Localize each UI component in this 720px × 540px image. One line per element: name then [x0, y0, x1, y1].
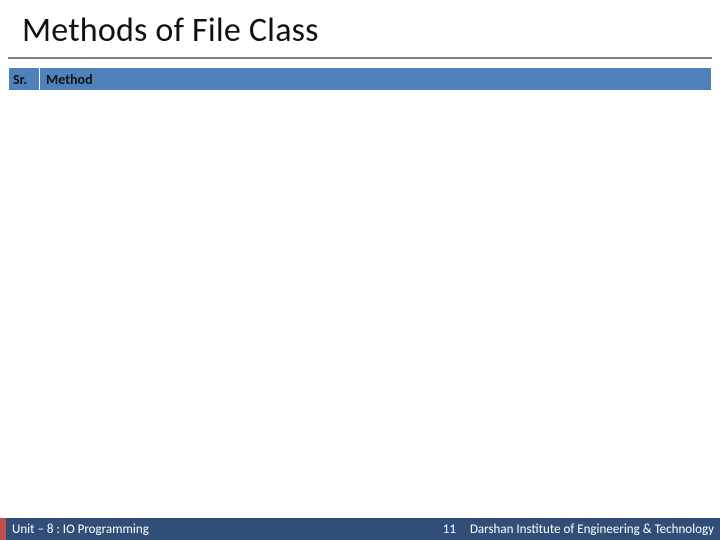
footer-page-number: 11	[429, 522, 470, 537]
slide: Methods of File Class Sr. Method Unit – …	[0, 0, 720, 540]
footer-bar: Unit – 8 : IO Programming 11 Darshan Ins…	[0, 518, 720, 540]
footer-unit: Unit – 8 : IO Programming	[6, 522, 149, 537]
title-underline	[8, 57, 712, 59]
column-header-method: Method	[40, 67, 712, 91]
table-header-row: Sr. Method	[8, 67, 712, 91]
methods-table: Sr. Method	[8, 67, 712, 91]
page-title: Methods of File Class	[0, 0, 720, 57]
footer-institute: Darshan Institute of Engineering & Techn…	[470, 522, 720, 537]
column-header-sr: Sr.	[8, 67, 40, 91]
